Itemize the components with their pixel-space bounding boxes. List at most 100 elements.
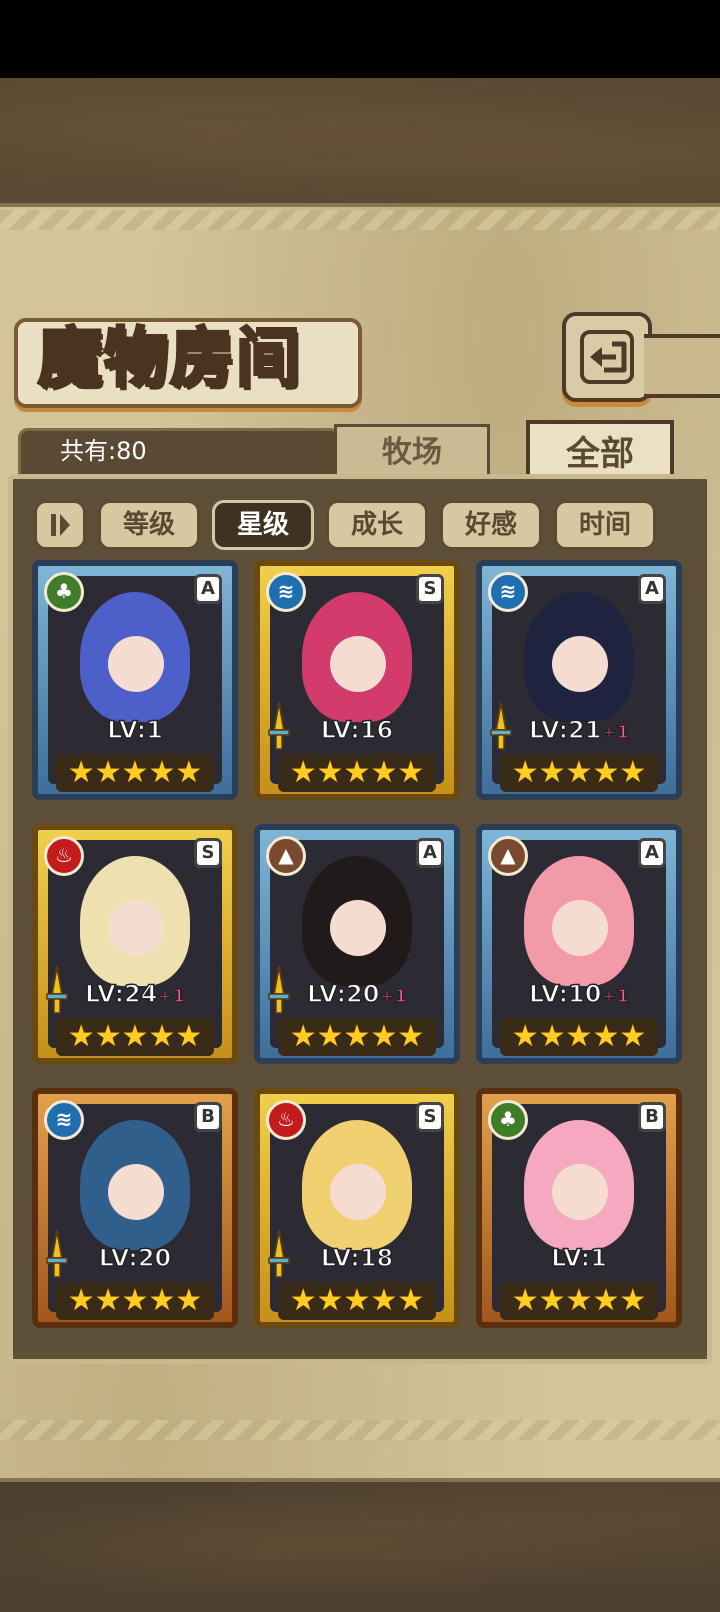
star-icon: ★ [511,1283,539,1318]
level-label: LV:21+1 [482,715,676,745]
monster-card[interactable]: ▲ A LV:10+1 ★ ★ ★ ★ ★ [476,824,682,1064]
star-rating: ★ ★ ★ ★ ★ [500,754,658,792]
level-text: LV:21 [528,715,602,745]
level-text: LV:10 [528,979,602,1009]
star-icon: ★ [370,1019,398,1054]
star-icon: ★ [121,755,149,790]
star-icon: ★ [121,1283,149,1318]
level-text: LV:1 [550,1243,607,1273]
star-icon: ★ [94,755,122,790]
level-label: LV:1 [38,715,232,745]
star-icon: ★ [619,1283,647,1318]
back-button-rail [644,334,720,398]
star-icon: ★ [67,1019,95,1054]
monster-card[interactable]: ≋ A LV:21+1 ★ ★ ★ ★ ★ [476,560,682,800]
back-icon [580,330,634,384]
star-icon: ★ [175,755,203,790]
star-rating: ★ ★ ★ ★ ★ [500,1282,658,1320]
star-icon: ★ [289,755,317,790]
level-bonus: +1 [157,985,186,1008]
sort-button-growth[interactable]: 成长 [326,500,428,550]
star-icon: ★ [397,755,425,790]
star-rating: ★ ★ ★ ★ ★ [56,1018,214,1056]
star-rating: ★ ★ ★ ★ ★ [56,1282,214,1320]
star-icon: ★ [538,755,566,790]
star-icon: ★ [511,755,539,790]
star-icon: ★ [397,1283,425,1318]
level-text: LV:20 [98,1243,172,1273]
star-icon: ★ [370,1283,398,1318]
star-icon: ★ [316,755,344,790]
earth-element-icon: ▲ [266,836,306,876]
tab-farm[interactable]: 牧场 [334,424,490,479]
star-icon: ★ [370,755,398,790]
monster-count: 共有:80 [60,437,147,465]
star-icon: ★ [538,1283,566,1318]
star-icon: ★ [343,1283,371,1318]
level-text: LV:24 [84,979,158,1009]
decorative-border [0,210,720,230]
star-icon: ★ [175,1283,203,1318]
water-element-icon: ≋ [44,1100,84,1140]
monster-card[interactable]: ♣ A LV:1 ★ ★ ★ ★ ★ [32,560,238,800]
star-icon: ★ [148,1283,176,1318]
level-label: LV:20 [38,1243,232,1273]
star-icon: ★ [565,1283,593,1318]
rank-badge: A [194,574,222,604]
level-text: LV:16 [320,715,394,745]
star-icon: ★ [289,1019,317,1054]
sort-toggle-icon [51,514,70,536]
monster-face [330,636,386,692]
star-icon: ★ [175,1019,203,1054]
status-bar [0,0,720,78]
star-icon: ★ [94,1283,122,1318]
star-icon: ★ [316,1283,344,1318]
star-icon: ★ [343,1019,371,1054]
level-label: LV:10+1 [482,979,676,1009]
monster-card[interactable]: ≋ B LV:20 ★ ★ ★ ★ ★ [32,1088,238,1328]
rank-badge: S [416,574,444,604]
star-rating: ★ ★ ★ ★ ★ [278,1018,436,1056]
monster-card[interactable]: ▲ A LV:20+1 ★ ★ ★ ★ ★ [254,824,460,1064]
water-element-icon: ≋ [488,572,528,612]
star-icon: ★ [538,1019,566,1054]
level-label: LV:1 [482,1243,676,1273]
monster-face [552,636,608,692]
monster-card[interactable]: ♣ B LV:1 ★ ★ ★ ★ ★ [476,1088,682,1328]
level-text: LV:1 [106,715,163,745]
star-rating: ★ ★ ★ ★ ★ [278,754,436,792]
level-label: LV:24+1 [38,979,232,1009]
star-icon: ★ [67,1283,95,1318]
star-icon: ★ [397,1019,425,1054]
monster-face [552,1164,608,1220]
level-label: LV:18 [260,1243,454,1273]
star-icon: ★ [289,1283,317,1318]
star-icon: ★ [565,1019,593,1054]
monster-face [330,900,386,956]
star-icon: ★ [121,1019,149,1054]
map-background-top [0,78,720,207]
level-text: LV:18 [320,1243,394,1273]
sort-button-star[interactable]: 星级 [212,500,314,550]
sort-button-level[interactable]: 等级 [98,500,200,550]
star-icon: ★ [565,755,593,790]
rank-badge: B [194,1102,222,1132]
monster-card[interactable]: ♨ S LV:24+1 ★ ★ ★ ★ ★ [32,824,238,1064]
sort-toggle-button[interactable] [34,500,86,550]
rank-badge: A [638,574,666,604]
monster-face [108,1164,164,1220]
star-icon: ★ [316,1019,344,1054]
sort-button-affection[interactable]: 好感 [440,500,542,550]
rank-badge: A [638,838,666,868]
level-bonus: +1 [601,721,630,744]
rank-badge: S [194,838,222,868]
monster-card[interactable]: ≋ S LV:16 ★ ★ ★ ★ ★ [254,560,460,800]
sort-button-time[interactable]: 时间 [554,500,656,550]
level-bonus: +1 [601,985,630,1008]
monster-card[interactable]: ♨ S LV:18 ★ ★ ★ ★ ★ [254,1088,460,1328]
star-icon: ★ [619,755,647,790]
star-icon: ★ [94,1019,122,1054]
level-label: LV:16 [260,715,454,745]
rank-badge: S [416,1102,444,1132]
back-button[interactable] [562,312,652,402]
